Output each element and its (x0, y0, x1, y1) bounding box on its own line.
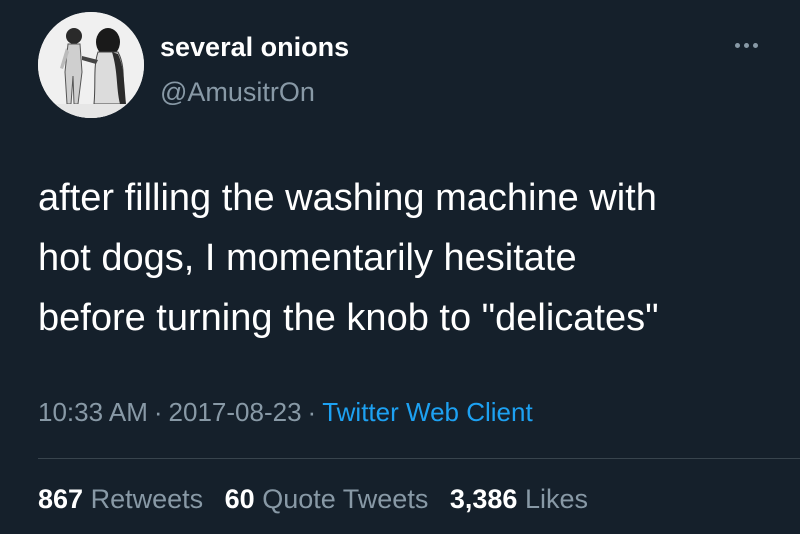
meta-separator: · (307, 397, 317, 427)
tweet-date[interactable]: 2017-08-23 (169, 397, 302, 427)
more-options-icon[interactable] (725, 33, 767, 57)
likes-stat[interactable]: 3,386 Likes (450, 484, 588, 514)
dot (752, 42, 758, 48)
quote-tweets-label: Quote Tweets (262, 484, 429, 514)
retweets-count: 867 (38, 484, 84, 514)
dot (734, 42, 740, 48)
tweet-text: after filling the washing machine with h… (38, 168, 778, 348)
tweet-text-line: hot dogs, I momentarily hesitate (38, 237, 577, 279)
quote-tweets-count: 60 (224, 484, 255, 514)
tweet-text-line: before turning the knob to "delicates" (38, 297, 659, 339)
dot (743, 42, 749, 48)
retweets-label: Retweets (90, 484, 204, 514)
tweet-time[interactable]: 10:33 AM (38, 397, 148, 427)
display-name[interactable]: several onions (160, 30, 349, 64)
quote-tweets-stat[interactable]: 60 Quote Tweets (225, 484, 429, 514)
meta-separator: · (153, 397, 163, 427)
user-handle[interactable]: @AmusitrOn (160, 75, 315, 109)
client-link[interactable]: Twitter Web Client (322, 397, 532, 427)
likes-label: Likes (524, 484, 588, 514)
tweet-meta: 10:33 AM · 2017-08-23 · Twitter Web Client (38, 395, 533, 429)
retweets-stat[interactable]: 867 Retweets (38, 484, 203, 514)
tweet-card: several onions @AmusitrOn after filling … (0, 0, 800, 534)
tweet-stats: 867 Retweets 60 Quote Tweets 3,386 Likes (38, 482, 602, 516)
avatar[interactable] (38, 12, 144, 118)
avatar-photo-icon (38, 12, 144, 118)
likes-count: 3,386 (449, 484, 518, 514)
tweet-text-line: after filling the washing machine with (38, 177, 657, 219)
divider (38, 458, 800, 459)
